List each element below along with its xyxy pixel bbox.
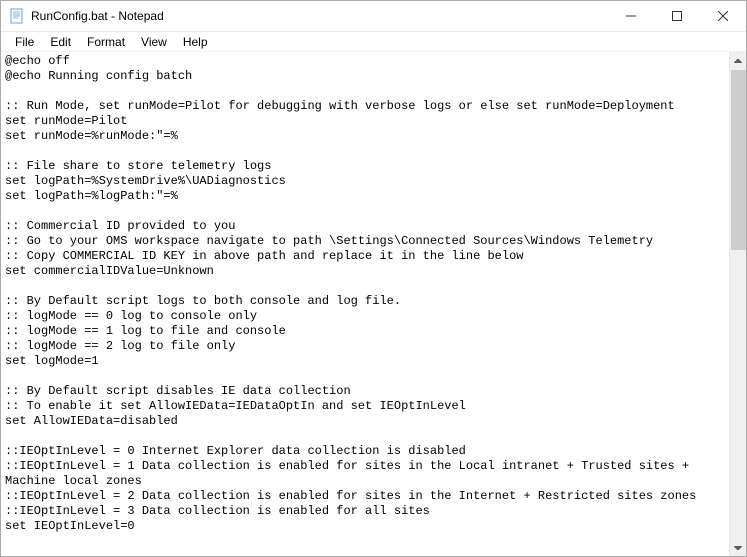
- scroll-down-arrow[interactable]: [730, 539, 746, 556]
- menu-help[interactable]: Help: [175, 33, 216, 51]
- menu-file[interactable]: File: [7, 33, 42, 51]
- text-area[interactable]: @echo off @echo Running config batch :: …: [1, 52, 729, 556]
- menu-edit[interactable]: Edit: [42, 33, 79, 51]
- menu-format[interactable]: Format: [79, 33, 133, 51]
- menubar: File Edit Format View Help: [1, 32, 746, 52]
- minimize-button[interactable]: [608, 1, 654, 31]
- window-controls: [608, 1, 746, 31]
- window-title: RunConfig.bat - Notepad: [31, 9, 608, 23]
- scroll-up-arrow[interactable]: [730, 52, 746, 69]
- scroll-thumb[interactable]: [731, 70, 746, 250]
- notepad-icon: [9, 8, 25, 24]
- menu-view[interactable]: View: [133, 33, 175, 51]
- scroll-track[interactable]: [730, 250, 746, 539]
- vertical-scrollbar[interactable]: [729, 52, 746, 556]
- titlebar[interactable]: RunConfig.bat - Notepad: [1, 1, 746, 32]
- editor-wrap: @echo off @echo Running config batch :: …: [1, 52, 746, 556]
- close-button[interactable]: [700, 1, 746, 31]
- maximize-button[interactable]: [654, 1, 700, 31]
